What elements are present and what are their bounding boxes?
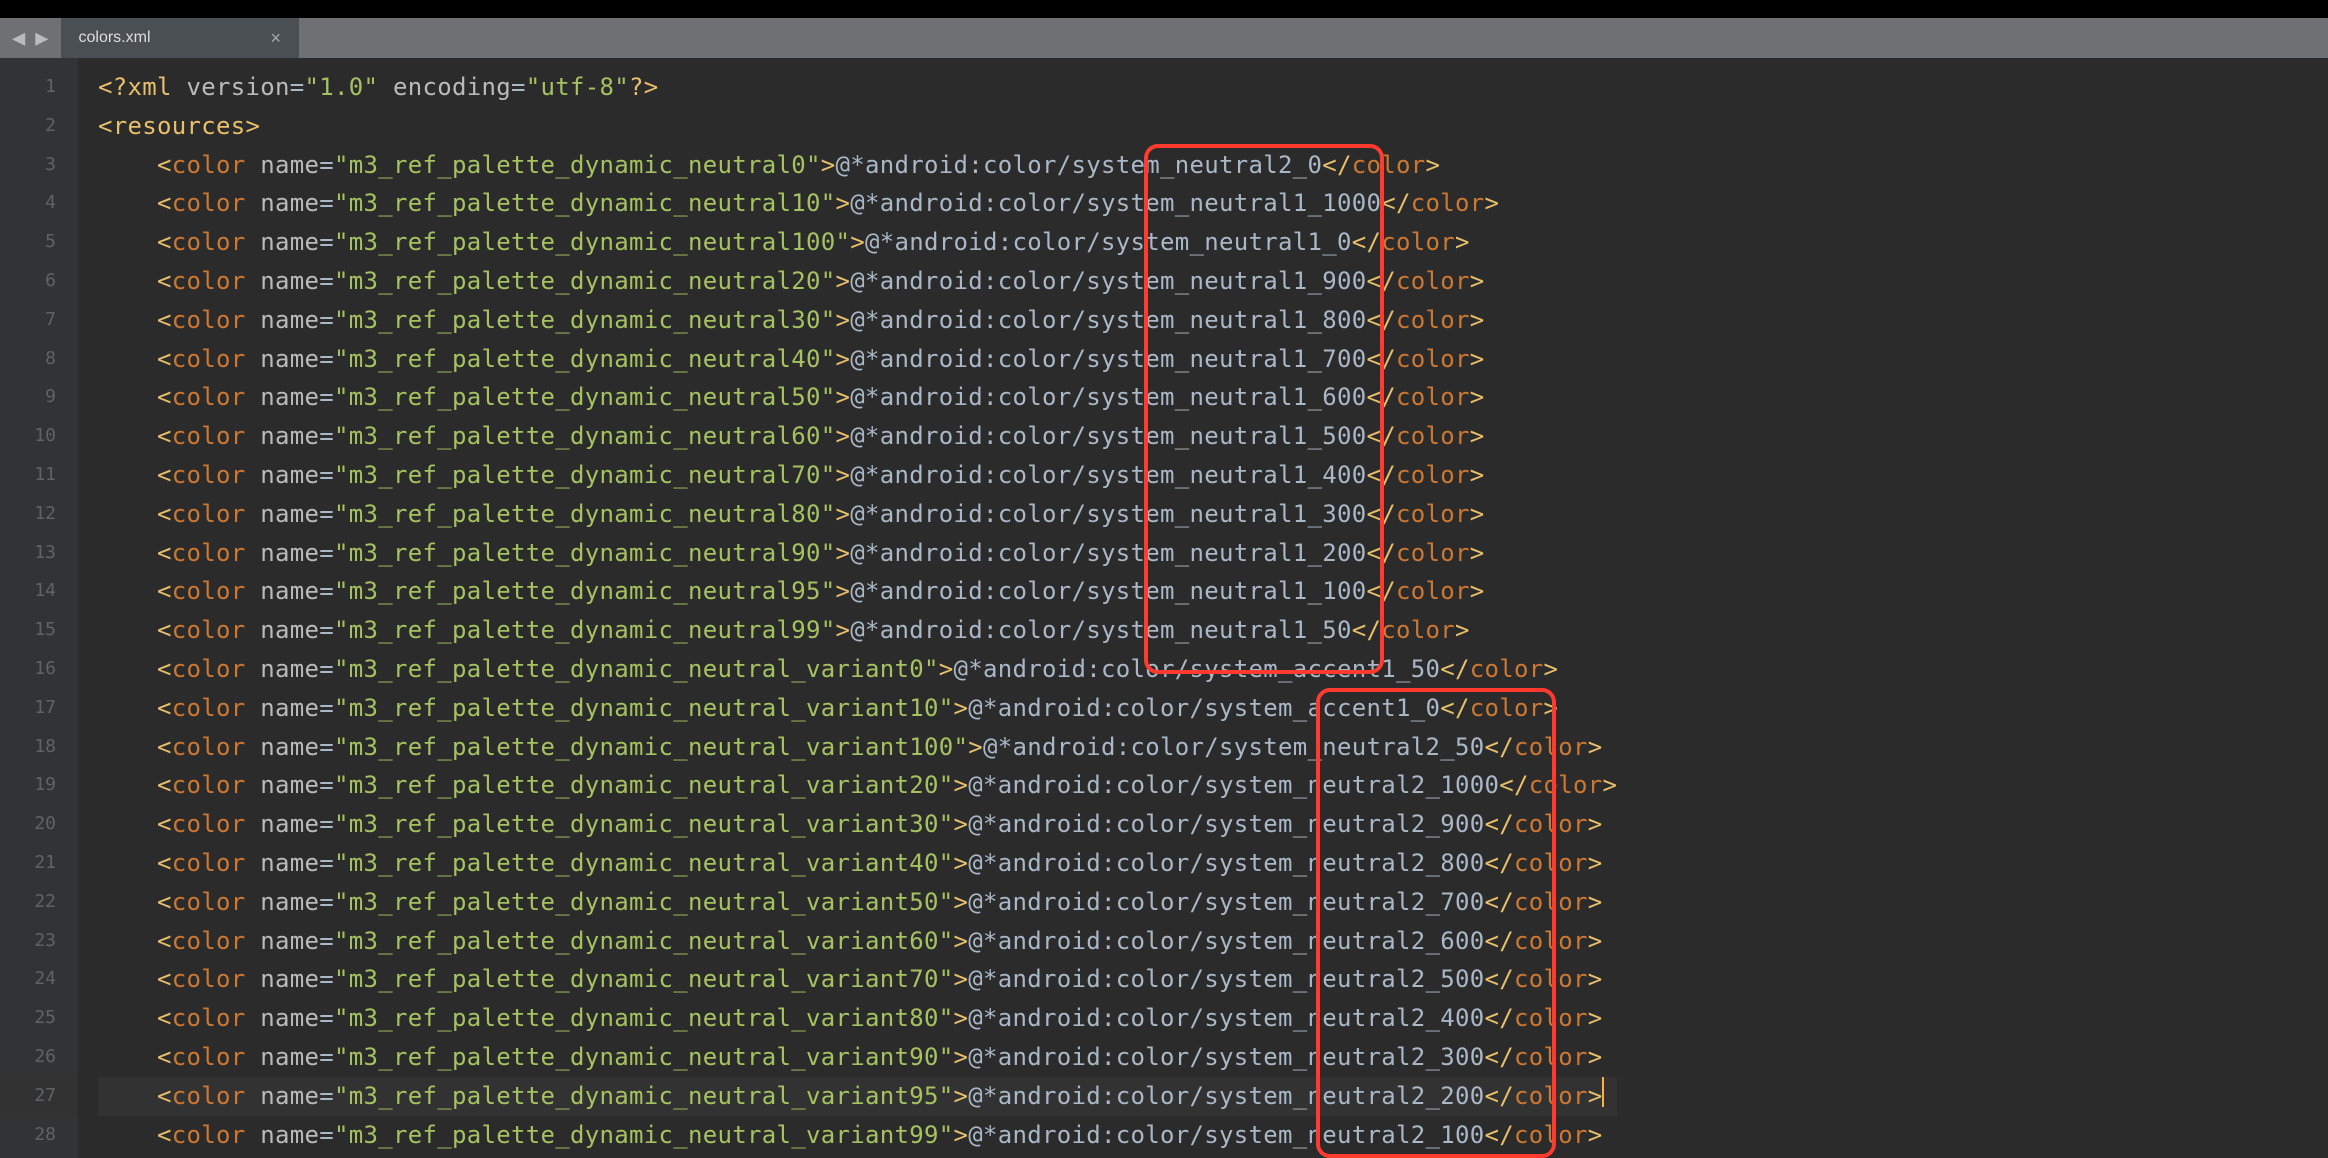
line-number: 18 [0, 728, 78, 767]
color-entry[interactable]: <color name="m3_ref_palette_dynamic_neut… [98, 223, 1617, 262]
line-number: 5 [0, 223, 78, 262]
color-entry[interactable]: <color name="m3_ref_palette_dynamic_neut… [98, 146, 1617, 185]
color-entry[interactable]: <color name="m3_ref_palette_dynamic_neut… [98, 805, 1617, 844]
tab-filename: colors.xml [79, 29, 151, 47]
line-number: 4 [0, 184, 78, 223]
line-number: 24 [0, 960, 78, 999]
code-view[interactable]: <?xml version="1.0" encoding="utf-8"?><r… [78, 58, 1617, 1158]
color-entry[interactable]: <color name="m3_ref_palette_dynamic_neut… [98, 766, 1617, 805]
line-number: 10 [0, 417, 78, 456]
color-entry[interactable]: <color name="m3_ref_palette_dynamic_neut… [98, 728, 1617, 767]
resources-open-tag[interactable]: <resources> [98, 107, 1617, 146]
color-entry[interactable]: <color name="m3_ref_palette_dynamic_neut… [98, 378, 1617, 417]
line-number: 9 [0, 378, 78, 417]
close-icon[interactable]: × [271, 28, 282, 49]
line-number: 17 [0, 689, 78, 728]
nav-forward-icon[interactable]: ▶ [35, 26, 48, 51]
color-entry[interactable]: <color name="m3_ref_palette_dynamic_neut… [98, 1116, 1617, 1155]
line-number: 23 [0, 922, 78, 961]
color-entry[interactable]: <color name="m3_ref_palette_dynamic_neut… [98, 340, 1617, 379]
editor-area[interactable]: 1234567891011121314151617181920212223242… [0, 58, 2328, 1158]
color-entry[interactable]: <color name="m3_ref_palette_dynamic_neut… [98, 495, 1617, 534]
tab-active[interactable]: colors.xml × [61, 18, 300, 58]
color-entry[interactable]: <color name="m3_ref_palette_dynamic_neut… [98, 1038, 1617, 1077]
line-number: 2 [0, 107, 78, 146]
line-number: 11 [0, 456, 78, 495]
color-entry[interactable]: <color name="m3_ref_palette_dynamic_neut… [98, 262, 1617, 301]
color-entry[interactable]: <color name="m3_ref_palette_dynamic_neut… [98, 844, 1617, 883]
color-entry[interactable]: <color name="m3_ref_palette_dynamic_neut… [98, 572, 1617, 611]
line-number: 19 [0, 766, 78, 805]
color-entry[interactable]: <color name="m3_ref_palette_dynamic_neut… [98, 534, 1617, 573]
xml-declaration[interactable]: <?xml version="1.0" encoding="utf-8"?> [98, 68, 1617, 107]
line-number: 27 [0, 1077, 78, 1116]
line-number: 26 [0, 1038, 78, 1077]
color-entry[interactable]: <color name="m3_ref_palette_dynamic_neut… [98, 960, 1617, 999]
line-number: 25 [0, 999, 78, 1038]
color-entry[interactable]: <color name="m3_ref_palette_dynamic_neut… [98, 301, 1617, 340]
line-number: 21 [0, 844, 78, 883]
caret [1602, 1077, 1604, 1107]
color-entry[interactable]: <color name="m3_ref_palette_dynamic_neut… [98, 1077, 1617, 1116]
line-number: 20 [0, 805, 78, 844]
color-entry[interactable]: <color name="m3_ref_palette_dynamic_neut… [98, 999, 1617, 1038]
line-number: 3 [0, 146, 78, 185]
window-titlebar [0, 0, 2328, 18]
color-entry[interactable]: <color name="m3_ref_palette_dynamic_neut… [98, 611, 1617, 650]
color-entry[interactable]: <color name="m3_ref_palette_dynamic_neut… [98, 883, 1617, 922]
line-number: 6 [0, 262, 78, 301]
color-entry[interactable]: <color name="m3_ref_palette_dynamic_neut… [98, 184, 1617, 223]
line-number: 8 [0, 340, 78, 379]
line-number: 12 [0, 495, 78, 534]
line-number: 28 [0, 1116, 78, 1155]
line-number: 1 [0, 68, 78, 107]
line-number: 14 [0, 572, 78, 611]
line-number: 22 [0, 883, 78, 922]
gutter: 1234567891011121314151617181920212223242… [0, 58, 78, 1158]
color-entry[interactable]: <color name="m3_ref_palette_dynamic_neut… [98, 689, 1617, 728]
color-entry[interactable]: <color name="m3_ref_palette_dynamic_neut… [98, 922, 1617, 961]
line-number: 15 [0, 611, 78, 650]
nav-back-icon[interactable]: ◀ [12, 26, 25, 51]
color-entry[interactable]: <color name="m3_ref_palette_dynamic_neut… [98, 650, 1617, 689]
color-entry[interactable]: <color name="m3_ref_palette_dynamic_neut… [98, 417, 1617, 456]
line-number: 13 [0, 534, 78, 573]
line-number: 16 [0, 650, 78, 689]
nav-arrows: ◀ ▶ [0, 26, 61, 51]
color-entry[interactable]: <color name="m3_ref_palette_dynamic_neut… [98, 456, 1617, 495]
tab-bar: ◀ ▶ colors.xml × [0, 18, 2328, 58]
line-number: 7 [0, 301, 78, 340]
